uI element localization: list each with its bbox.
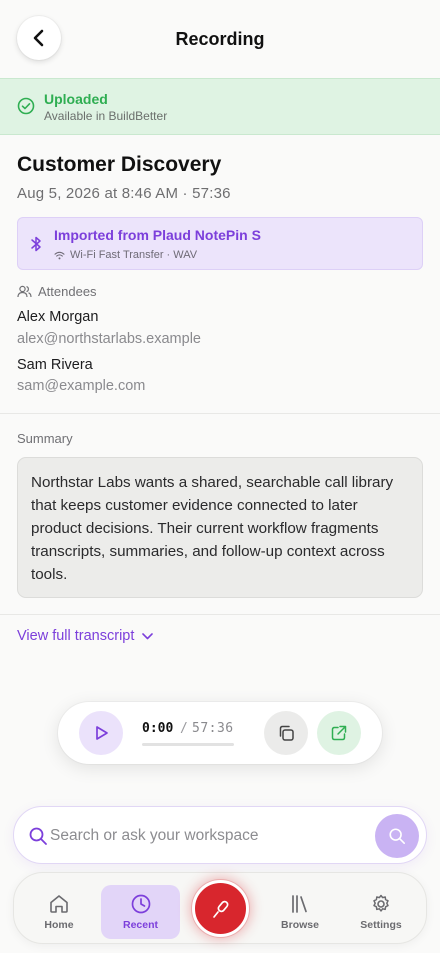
audio-player: 0:00 / 57:36 <box>58 702 382 764</box>
copy-button[interactable] <box>264 711 308 755</box>
search-bar <box>13 806 427 864</box>
library-icon <box>292 895 307 913</box>
attendee-name: Sam Rivera <box>17 357 93 373</box>
search-icon <box>29 827 47 845</box>
external-link-icon <box>331 725 347 741</box>
summary-text: Northstar Labs wants a shared, searchabl… <box>17 457 423 598</box>
tab-label: Settings <box>360 919 402 931</box>
import-subtitle: Wi-Fi Fast Transfer · WAV <box>70 249 198 261</box>
tab-label: Browse <box>281 919 319 931</box>
check-circle-icon <box>17 97 35 115</box>
recording-meta: Aug 5, 2026 at 8:46 AM · 57:36 <box>17 185 231 202</box>
upload-status-banner: Uploaded Available in BuildBetter <box>0 78 440 135</box>
divider <box>0 413 440 414</box>
attendee-name: Alex Morgan <box>17 309 99 325</box>
home-icon <box>50 895 68 913</box>
view-transcript-label: View full transcript <box>17 628 135 644</box>
open-external-button[interactable] <box>317 711 361 755</box>
header: Recording <box>0 0 440 78</box>
import-subtitle-row: Wi-Fi Fast Transfer · WAV <box>54 249 197 261</box>
banner-subtitle: Available in BuildBetter <box>44 109 168 123</box>
record-button[interactable] <box>192 880 249 937</box>
chevron-down-icon <box>142 632 154 639</box>
recording-title: Customer Discovery <box>17 153 222 176</box>
time-separator: / <box>180 721 188 736</box>
tab-label: Home <box>44 919 74 931</box>
microphone-icon <box>212 900 228 918</box>
search-input[interactable] <box>50 821 370 851</box>
play-icon <box>96 726 108 740</box>
search-icon <box>389 828 406 845</box>
current-time: 0:00 <box>142 721 174 736</box>
page-title: Recording <box>175 28 265 49</box>
tab-settings[interactable]: Settings <box>347 885 415 939</box>
attendee-email[interactable]: sam@example.com <box>17 378 145 394</box>
chevron-left-icon <box>33 29 44 47</box>
attendee-email[interactable]: alex@northstarlabs.example <box>17 331 201 347</box>
total-duration: 57:36 <box>192 721 234 736</box>
import-title: Imported from Plaud NotePin S <box>54 227 261 243</box>
tab-label: Recent <box>122 919 158 931</box>
play-button[interactable] <box>79 711 123 755</box>
users-icon <box>17 285 32 298</box>
bluetooth-icon <box>31 236 41 252</box>
back-button[interactable] <box>17 16 61 60</box>
attendees-label: Attendees <box>38 284 97 299</box>
tab-home[interactable]: Home <box>25 885 93 939</box>
search-submit-button[interactable] <box>375 814 419 858</box>
copy-icon <box>279 725 294 741</box>
progress-bar[interactable] <box>142 743 234 746</box>
attendees-label-row: Attendees <box>17 284 97 299</box>
divider <box>0 614 440 615</box>
gear-icon <box>373 894 389 912</box>
import-source-card: Imported from Plaud NotePin S Wi-Fi Fast… <box>17 217 423 270</box>
tab-browse[interactable]: Browse <box>266 885 334 939</box>
view-transcript-link[interactable]: View full transcript <box>17 628 154 644</box>
bottom-tab-bar: Home Recent Browse Settings <box>13 872 427 944</box>
wifi-icon <box>54 251 65 259</box>
summary-label: Summary <box>17 431 73 446</box>
clock-icon <box>131 894 150 914</box>
tab-recent[interactable]: Recent <box>101 885 180 939</box>
banner-title: Uploaded <box>44 91 108 107</box>
